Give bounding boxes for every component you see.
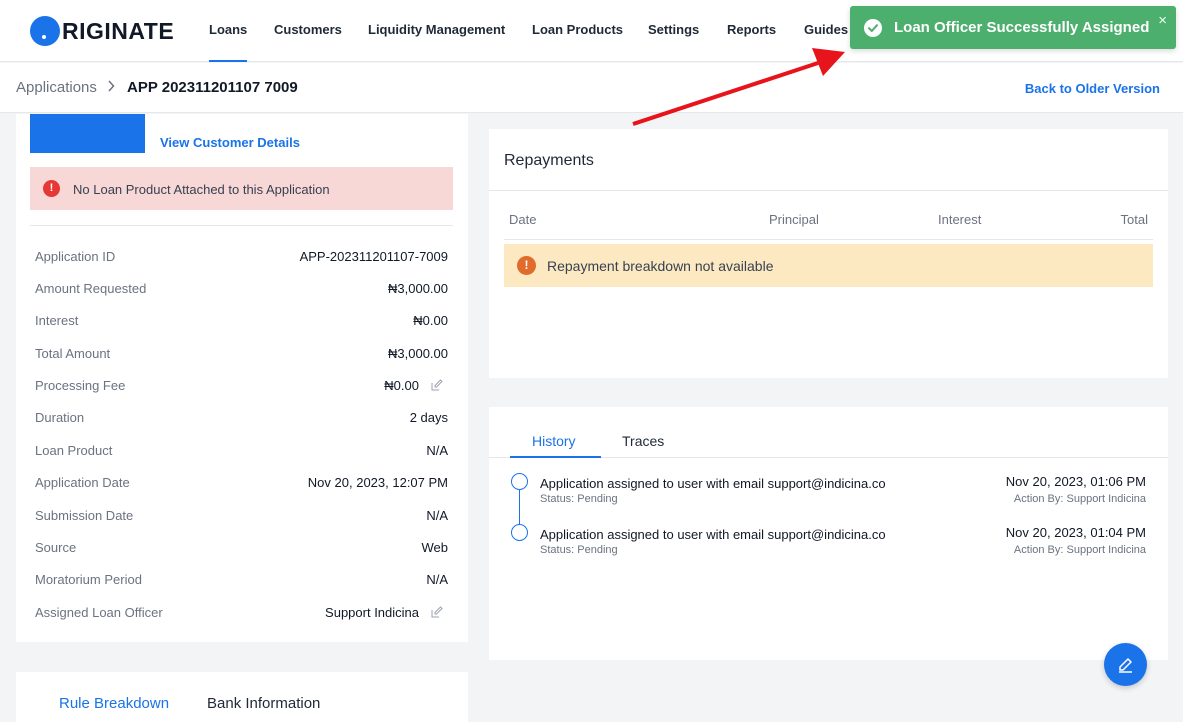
success-toast: Loan Officer Successfully Assigned × [850,6,1176,49]
event-time: Nov 20, 2023, 01:06 PM [1005,474,1146,489]
repayments-title: Repayments [504,152,594,169]
nav-item-customers[interactable]: Customers [274,0,342,62]
detail-value: Support Indicina [325,605,419,620]
detail-value: N/A [426,508,448,523]
tab-rule-breakdown[interactable]: Rule Breakdown [59,695,169,712]
detail-value: Web [421,540,449,555]
detail-row-application-date: Application Date Nov 20, 2023, 12:07 PM [35,475,448,495]
detail-row-submission-date: Submission Date N/A [35,508,448,528]
detail-label: Interest [35,313,79,328]
detail-value: N/A [426,443,448,458]
tab-traces[interactable]: Traces [622,433,664,449]
divider [489,190,1168,191]
application-details-card: View Customer Details ! No Loan Product … [16,114,468,642]
toast-close-icon[interactable]: × [1158,13,1167,28]
nav-item-reports[interactable]: Reports [727,0,776,62]
detail-value: ₦0.00 [413,313,448,328]
nav-item-liquidity-management[interactable]: Liquidity Management [368,0,505,62]
rule-bank-tabs-card: Rule Breakdown Bank Information [16,672,468,722]
detail-row-loan-product: Loan Product N/A [35,443,448,463]
detail-value: N/A [426,572,448,587]
event-title: Application assigned to user with email … [540,527,886,542]
detail-label: Processing Fee [35,378,126,393]
detail-label: Source [35,540,77,555]
detail-value: ₦3,000.00 [388,281,448,296]
detail-label: Submission Date [35,508,134,523]
logo[interactable]: RIGINATE [30,16,174,46]
check-circle-icon [864,19,882,37]
detail-value: ₦0.00 [384,378,419,393]
breadcrumb-current: APP 202311201107 7009 [127,79,298,96]
active-tab-indicator [510,456,601,458]
detail-row-amount-requested: Amount Requested ₦3,000.00 [35,281,448,301]
edit-icon[interactable] [431,379,443,394]
nav-item-loan-products[interactable]: Loan Products [532,0,623,62]
alert-text: Repayment breakdown not available [547,258,774,274]
detail-label: Amount Requested [35,281,147,296]
column-header-interest: Interest [938,212,982,227]
detail-label: Application ID [35,249,116,264]
logo-mark-icon [30,16,60,46]
column-header-total: Total [1120,212,1148,227]
event-title: Application assigned to user with email … [540,476,886,491]
detail-row-total-amount: Total Amount ₦3,000.00 [35,346,448,366]
repayment-unavailable-alert: ! Repayment breakdown not available [504,244,1153,287]
warning-icon: ! [517,256,536,275]
customer-image-placeholder [30,114,145,153]
detail-label: Duration [35,410,85,425]
detail-value: APP-202311201107-7009 [299,249,448,264]
detail-row-duration: Duration 2 days [35,410,448,430]
edit-fab-button[interactable] [1104,643,1147,686]
history-card: History Traces Application assigned to u… [489,407,1168,660]
breadcrumb-bar: Applications APP 202311201107 7009 Back … [0,63,1183,113]
alert-text: No Loan Product Attached to this Applica… [73,182,330,197]
detail-row-processing-fee: Processing Fee ₦0.00 [35,378,448,398]
detail-row-source: Source Web [35,540,448,560]
nav-item-settings[interactable]: Settings [648,0,699,62]
detail-label: Application Date [35,475,130,490]
edit-icon[interactable] [431,606,443,621]
detail-value: ₦3,000.00 [388,346,448,361]
logo-text: RIGINATE [62,17,175,44]
event-actor: Action By: Support Indicina [1013,493,1146,505]
detail-row-application-id: Application ID APP-202311201107-7009 [35,249,448,269]
timeline-dot [511,473,528,490]
tab-bank-information[interactable]: Bank Information [207,695,320,712]
view-customer-details-link[interactable]: View Customer Details [160,135,300,150]
detail-row-moratorium-period: Moratorium Period N/A [35,572,448,592]
event-status: Status: Pending [540,493,618,505]
detail-row-interest: Interest ₦0.00 [35,313,448,333]
divider [504,239,1153,240]
timeline-dot [511,524,528,541]
repayments-card: Repayments Date Principal Interest Total… [489,129,1168,378]
event-status: Status: Pending [540,544,618,556]
detail-value: Nov 20, 2023, 12:07 PM [307,475,448,490]
event-time: Nov 20, 2023, 01:04 PM [1005,525,1146,540]
toast-message: Loan Officer Successfully Assigned [894,19,1150,36]
no-loan-product-alert: ! No Loan Product Attached to this Appli… [30,167,453,210]
detail-label: Loan Product [35,443,113,458]
detail-label: Moratorium Period [35,572,142,587]
pencil-icon [1119,658,1132,673]
tab-history[interactable]: History [532,433,576,449]
nav-item-loans[interactable]: Loans [209,0,248,62]
column-header-date: Date [509,212,537,227]
nav-item-guides[interactable]: Guides [804,0,848,62]
detail-label: Assigned Loan Officer [35,605,163,620]
divider [30,225,453,226]
back-to-older-version-link[interactable]: Back to Older Version [1025,81,1160,96]
column-header-principal: Principal [769,212,819,227]
event-actor: Action By: Support Indicina [1013,544,1146,556]
error-icon: ! [43,180,60,197]
detail-value: 2 days [409,410,448,425]
breadcrumb-applications[interactable]: Applications [16,79,97,96]
chevron-right-icon [107,80,115,95]
detail-row-assigned-loan-officer: Assigned Loan Officer Support Indicina [35,605,448,625]
detail-label: Total Amount [35,346,111,361]
